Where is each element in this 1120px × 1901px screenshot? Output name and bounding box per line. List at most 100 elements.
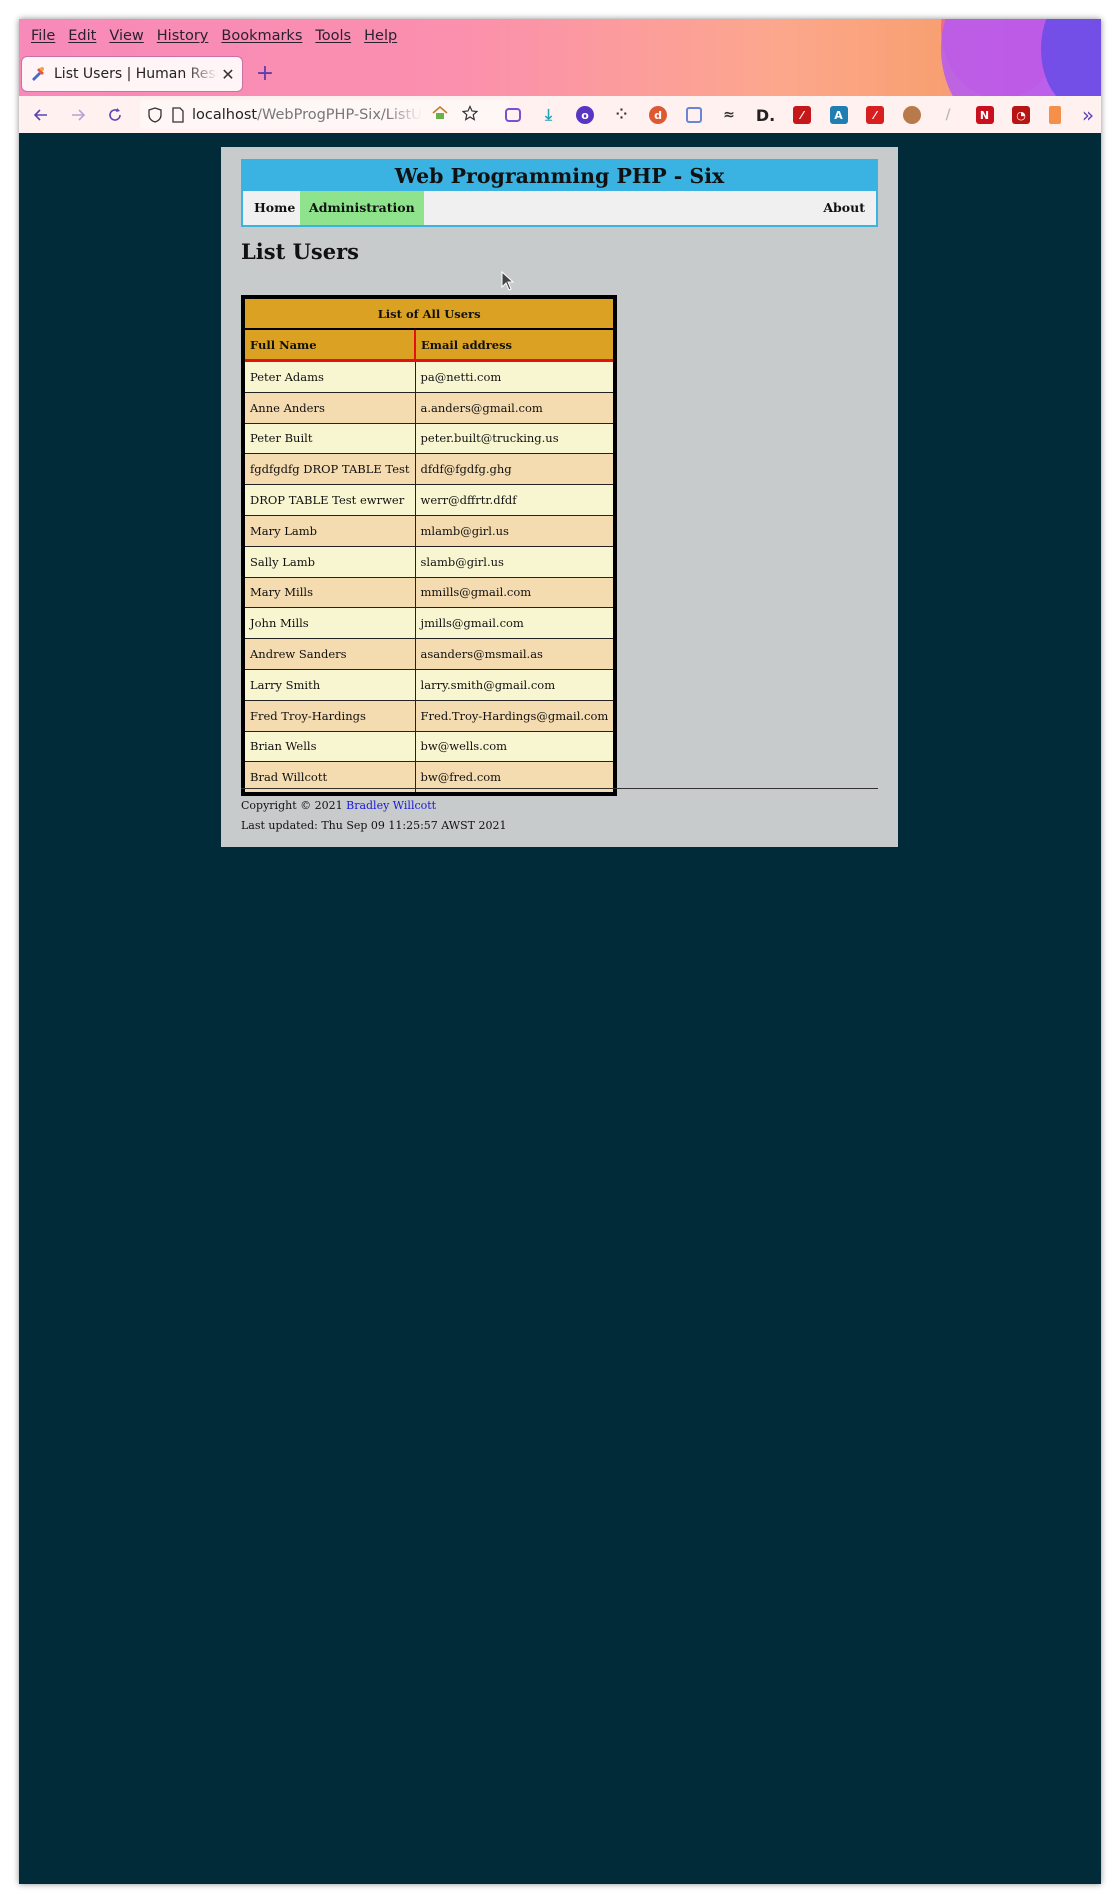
favicon-icon — [32, 67, 44, 81]
full-name-cell: Peter Adams — [242, 360, 416, 393]
site-title: Web Programming PHP - Six — [243, 161, 876, 191]
table-row: Sally Lamb slamb@girl.us — [242, 545, 616, 578]
reload-button[interactable] — [100, 100, 130, 130]
email-cell: larry.smith@gmail.com — [414, 668, 616, 701]
feather-icon[interactable]: / — [939, 106, 957, 124]
email-cell: jmills@gmail.com — [414, 607, 616, 640]
full-name-cell: Larry Smith — [242, 668, 416, 701]
pocket-icon[interactable] — [505, 108, 521, 122]
column-header-email: Email address — [414, 328, 616, 362]
shoe-icon[interactable]: ≈ — [720, 106, 738, 124]
full-name-cell: Fred Troy-Hardings — [242, 699, 416, 732]
table-row: Peter Built peter.built@trucking.us — [242, 422, 616, 455]
table-row: John Mills jmills@gmail.com — [242, 607, 616, 640]
full-name-cell: Anne Anders — [242, 391, 416, 424]
full-name-cell: Sally Lamb — [242, 545, 416, 578]
dots-icon[interactable]: ⁘ — [613, 106, 631, 124]
email-cell: mmills@gmail.com — [414, 576, 616, 609]
site-nav: Home Administration About — [243, 191, 876, 225]
browser-chrome: File Edit View History Bookmarks Tools H… — [19, 19, 1101, 133]
email-cell: slamb@girl.us — [414, 545, 616, 578]
page-container: Web Programming PHP - Six Home Administr… — [221, 147, 898, 847]
menu-bookmarks[interactable]: Bookmarks — [221, 28, 302, 44]
privacy-icon[interactable]: o — [576, 106, 594, 124]
nav-about-link[interactable]: About — [814, 191, 874, 225]
table-row: Andrew Sanders asanders@msmail.as — [242, 638, 616, 670]
menu-history[interactable]: History — [157, 28, 209, 44]
cookie-icon[interactable] — [902, 106, 921, 124]
table-row: Mary Lamb mlamb@girl.us — [242, 514, 616, 547]
close-icon[interactable]: ✕ — [218, 65, 238, 84]
email-cell: bw@fred.com — [414, 761, 616, 795]
download-icon[interactable]: ⤓ — [540, 105, 558, 124]
url-host: localhost — [192, 106, 258, 123]
footer-divider — [241, 788, 878, 789]
table-row: Brian Wells bw@wells.com — [242, 730, 616, 763]
menu-tools[interactable]: Tools — [315, 28, 351, 44]
email-cell: a.anders@gmail.com — [414, 391, 616, 424]
full-name-cell: John Mills — [242, 607, 416, 640]
reload-icon — [109, 107, 121, 121]
last-updated: Last updated: Thu Sep 09 11:25:57 AWST 2… — [241, 819, 507, 832]
shield-icon[interactable] — [146, 106, 164, 123]
duckduckgo-icon[interactable]: d — [649, 106, 667, 124]
mouse-cursor-icon — [501, 271, 515, 291]
tab-strip: List Users | Human Resources ✕ + — [19, 55, 1101, 93]
back-button[interactable] — [26, 100, 56, 130]
d-icon[interactable]: D. — [756, 106, 775, 125]
new-tab-button[interactable]: + — [252, 61, 278, 87]
author-link[interactable]: Bradley Willcott — [346, 799, 436, 812]
table-row: Anne Anders a.anders@gmail.com — [242, 391, 616, 424]
full-name-cell: Brad Willcott — [242, 761, 416, 795]
nav-administration-link[interactable]: Administration — [300, 191, 424, 225]
nav-home-link[interactable]: Home — [245, 191, 304, 225]
pdf-icon[interactable]: ⁄ — [793, 106, 811, 124]
menu-view[interactable]: View — [109, 28, 143, 44]
page-title: List Users — [241, 239, 359, 264]
email-cell: dfdf@fgdfg.ghg — [414, 453, 616, 486]
menu-edit[interactable]: Edit — [68, 28, 96, 44]
back-arrow-icon — [33, 108, 47, 121]
table-caption: List of All Users — [242, 296, 616, 330]
email-cell: peter.built@trucking.us — [414, 422, 616, 455]
rss-icon[interactable]: ◔ — [1012, 106, 1030, 124]
home-icon[interactable] — [428, 105, 452, 125]
acrobat-icon[interactable]: ⁄ — [866, 106, 884, 124]
url-text[interactable]: localhost/WebProgPHP-Six/ListUsers.php — [192, 107, 422, 123]
table-row: fgdfgdfg DROP TABLE Test dfdf@fgdfg.ghg — [242, 453, 616, 486]
page-icon — [172, 106, 184, 123]
email-cell: werr@dffrtr.dfdf — [414, 484, 616, 516]
nav-toolbar: localhost/WebProgPHP-Six/ListUsers.php ⤓… — [19, 96, 1101, 133]
users-table: List of All Users Full Name Email addres… — [241, 295, 618, 797]
extensions-toolbar: ⤓ o ⁘ d ≈ D. ⁄ A ⁄ / N ◔ » — [505, 101, 1101, 129]
forward-arrow-icon — [72, 108, 86, 121]
n-icon[interactable]: N — [975, 106, 994, 124]
overflow-icon[interactable]: » — [1079, 103, 1097, 127]
menu-help[interactable]: Help — [364, 28, 397, 44]
url-path: /WebProgPHP-Six/ListUsers.php — [257, 106, 422, 123]
trash-icon[interactable] — [1048, 106, 1061, 124]
tab-list-users[interactable]: List Users | Human Resources ✕ — [22, 57, 242, 91]
email-cell: asanders@msmail.as — [414, 638, 616, 670]
forward-button[interactable] — [63, 100, 93, 130]
full-name-cell: Andrew Sanders — [242, 638, 416, 670]
a-icon[interactable]: A — [829, 106, 848, 124]
full-name-cell: Brian Wells — [242, 730, 416, 763]
full-name-cell: Peter Built — [242, 422, 416, 455]
site-header: Web Programming PHP - Six Home Administr… — [241, 159, 878, 227]
url-bar[interactable]: localhost/WebProgPHP-Six/ListUsers.php — [140, 100, 510, 129]
email-cell: mlamb@girl.us — [414, 514, 616, 547]
containers-icon[interactable] — [685, 107, 702, 123]
table-row: Peter Adams pa@netti.com — [242, 360, 616, 393]
copyright-line: Copyright © 2021 Bradley Willcott — [241, 799, 436, 812]
email-cell: pa@netti.com — [414, 360, 616, 393]
table-row: DROP TABLE Test ewrwer werr@dffrtr.dfdf — [242, 484, 616, 516]
bookmark-star-icon[interactable] — [458, 104, 482, 125]
tab-title: List Users | Human Resources — [54, 66, 218, 82]
browser-window: File Edit View History Bookmarks Tools H… — [19, 19, 1101, 1884]
table-row: Larry Smith larry.smith@gmail.com — [242, 668, 616, 701]
menu-bar: File Edit View History Bookmarks Tools H… — [19, 19, 1101, 53]
email-cell: bw@wells.com — [414, 730, 616, 763]
table-row: Mary Mills mmills@gmail.com — [242, 576, 616, 609]
menu-file[interactable]: File — [31, 28, 55, 44]
